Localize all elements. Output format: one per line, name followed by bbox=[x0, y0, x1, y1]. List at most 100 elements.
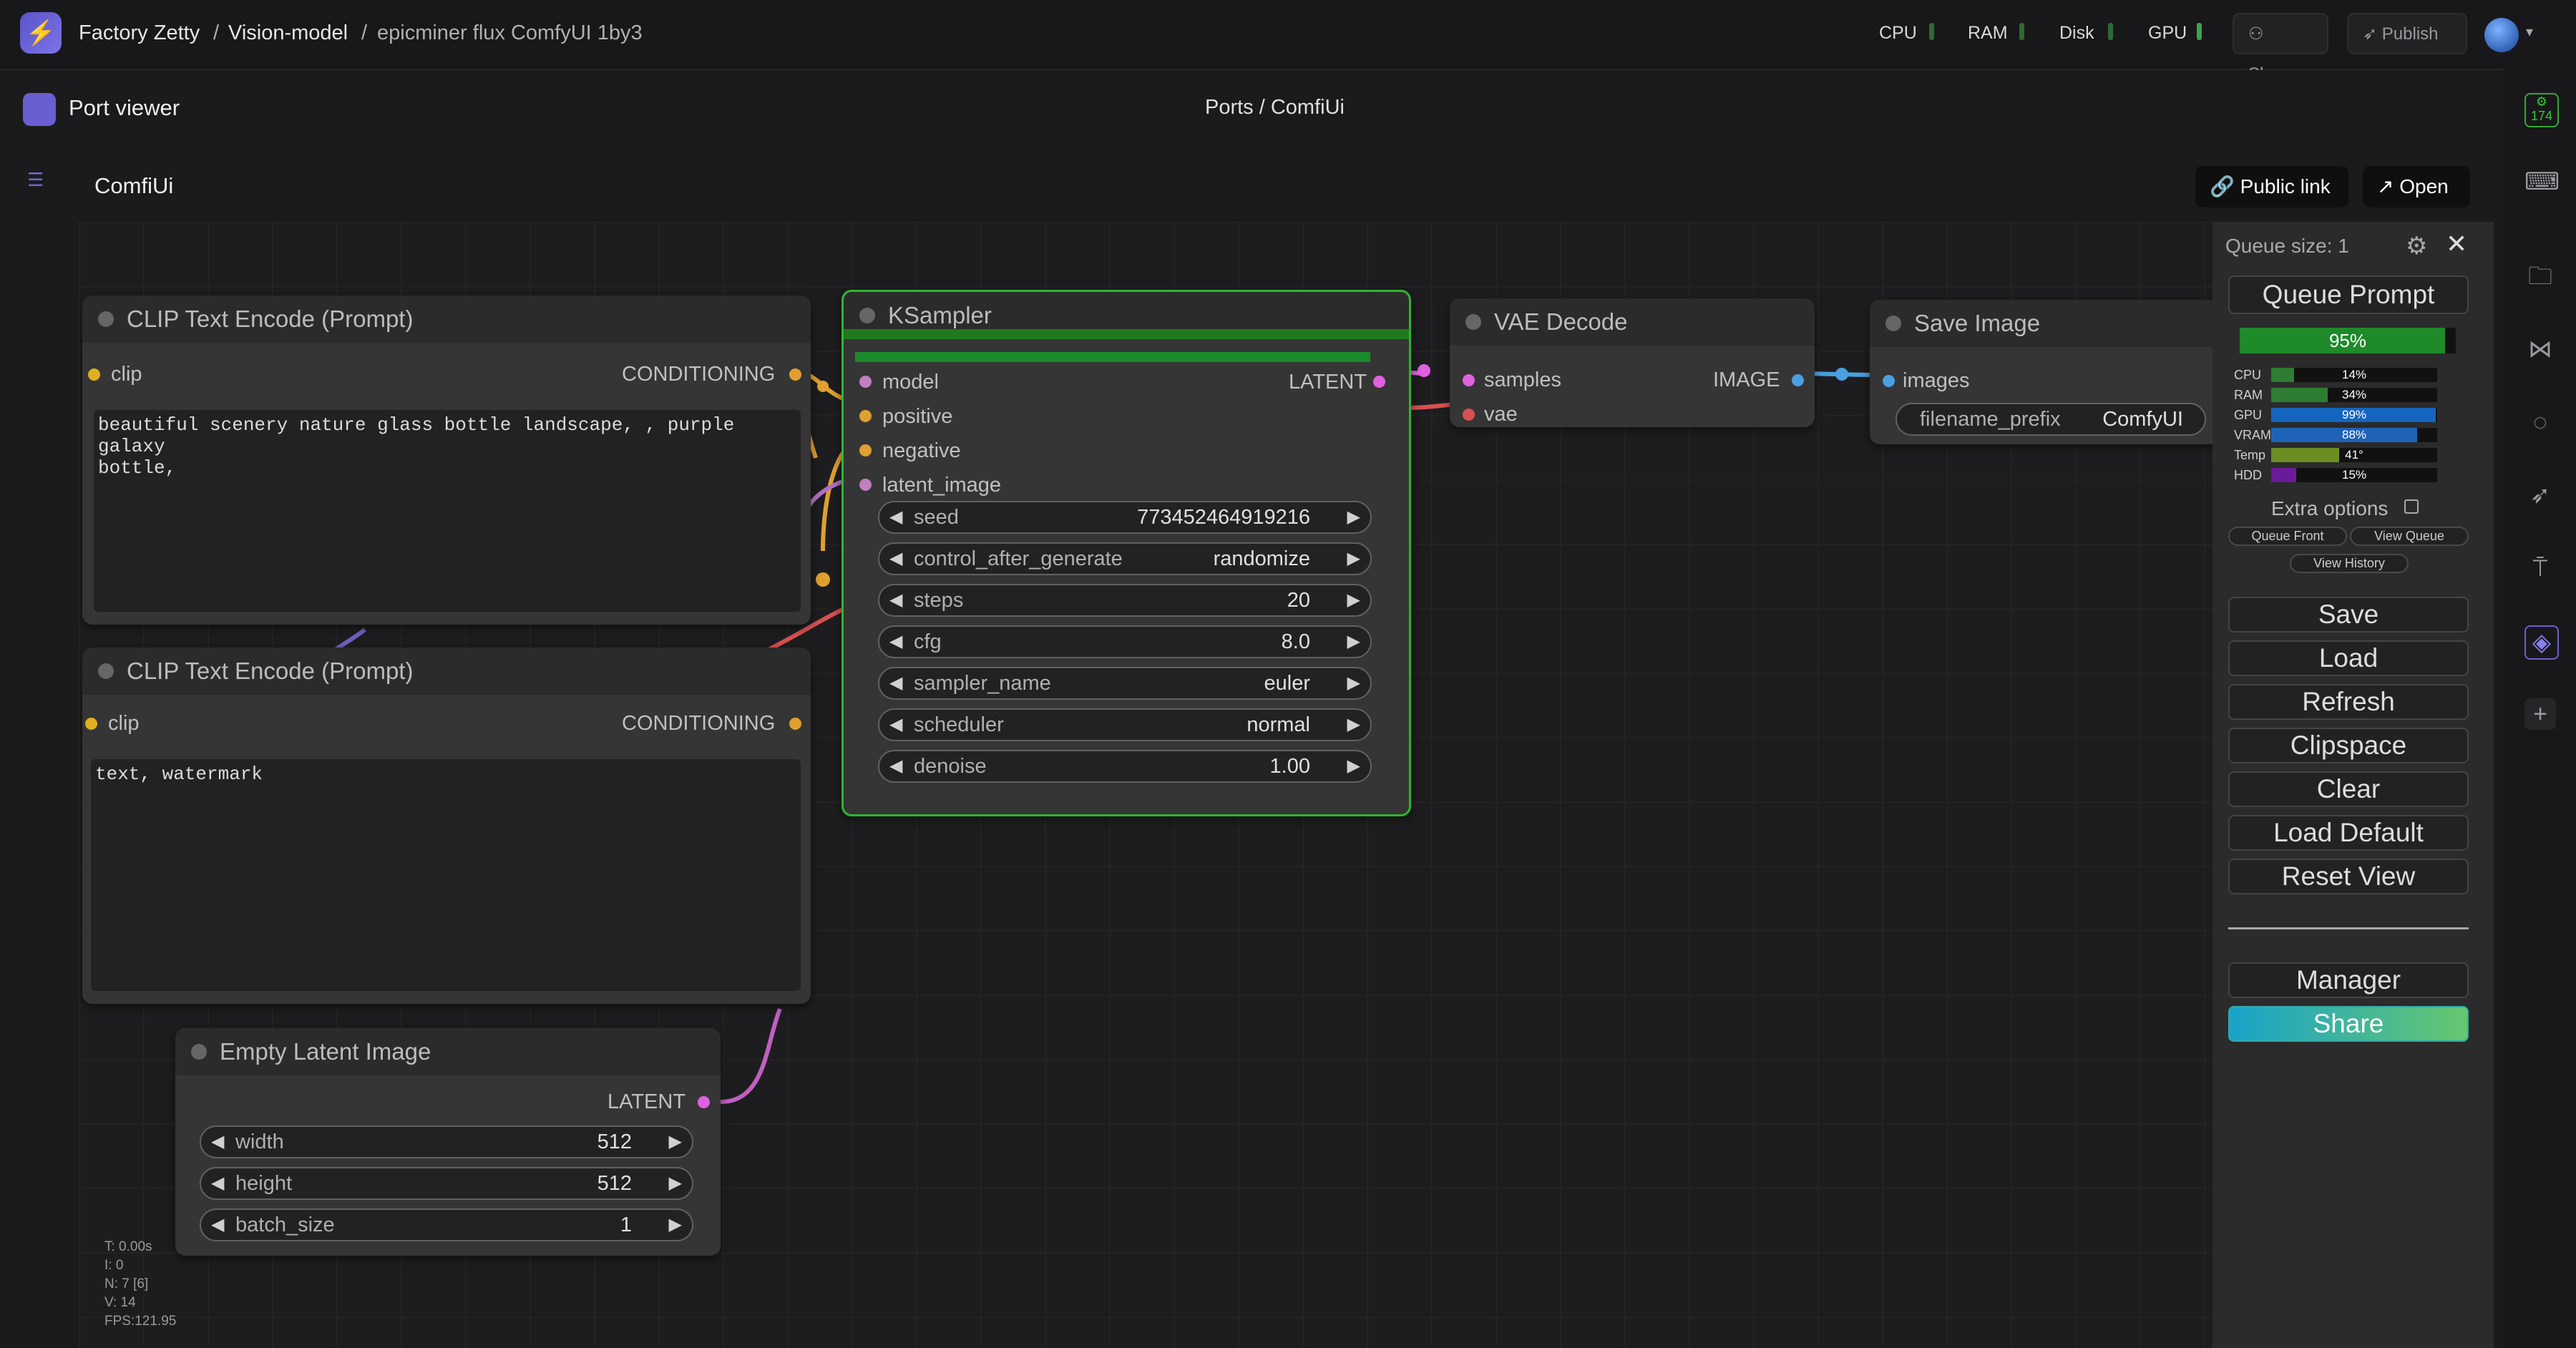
decrement-icon[interactable]: ◀ bbox=[889, 668, 902, 698]
node-title[interactable]: CLIP Text Encode (Prompt) bbox=[82, 296, 811, 343]
widget-control-after-generate[interactable]: ◀ control_after_generate randomize ▶ bbox=[878, 542, 1372, 575]
input-slot-dot[interactable] bbox=[85, 718, 97, 730]
prompt-textarea[interactable]: text, watermark bbox=[91, 759, 801, 991]
widget-width[interactable]: ◀ width 512 ▶ bbox=[200, 1125, 693, 1158]
input-slot-dot[interactable] bbox=[88, 368, 100, 381]
share-workflow-button[interactable]: Share bbox=[2228, 1006, 2469, 1042]
input-slot-dot[interactable] bbox=[1883, 375, 1895, 387]
manager-button[interactable]: Manager bbox=[2228, 962, 2469, 998]
factory-logo-icon[interactable]: ⚡ bbox=[20, 12, 62, 54]
widget-sampler-name[interactable]: ◀ sampler_name euler ▶ bbox=[878, 667, 1372, 700]
increment-icon[interactable]: ▶ bbox=[1347, 502, 1360, 532]
save-button[interactable]: Save bbox=[2228, 597, 2469, 633]
comfyui-canvas[interactable]: CLIP Text Encode (Prompt) clip CONDITION… bbox=[79, 222, 2494, 1348]
increment-icon[interactable]: ▶ bbox=[669, 1210, 682, 1240]
load-default-button[interactable]: Load Default bbox=[2228, 815, 2469, 851]
workspace-link[interactable]: Factory Zetty bbox=[79, 21, 200, 45]
clear-button[interactable]: Clear bbox=[2228, 771, 2469, 807]
refresh-button[interactable]: Refresh bbox=[2228, 684, 2469, 720]
folder-icon[interactable]: 🗀 bbox=[2524, 260, 2556, 292]
tensorflow-icon[interactable]: ⍑ bbox=[2524, 552, 2556, 584]
list-icon[interactable]: ☰ bbox=[27, 169, 49, 190]
vscode-icon[interactable]: ⋈ bbox=[2524, 333, 2556, 365]
widget-batch-size[interactable]: ◀ batch_size 1 ▶ bbox=[200, 1208, 693, 1241]
extra-options-checkbox[interactable] bbox=[2404, 499, 2419, 514]
output-slot-dot[interactable] bbox=[1792, 374, 1804, 386]
terminal-icon[interactable]: ⌨ bbox=[2524, 166, 2560, 197]
reset-view-button[interactable]: Reset View bbox=[2228, 859, 2469, 894]
widget-denoise[interactable]: ◀ denoise 1.00 ▶ bbox=[878, 750, 1372, 783]
increment-icon[interactable]: ▶ bbox=[669, 1127, 682, 1157]
increment-icon[interactable]: ▶ bbox=[1347, 751, 1360, 781]
decrement-icon[interactable]: ◀ bbox=[889, 710, 902, 740]
publish-button[interactable]: ➶ Publish bbox=[2347, 13, 2467, 54]
decrement-icon[interactable]: ◀ bbox=[889, 627, 902, 657]
rocket-icon[interactable]: ➶ bbox=[2524, 479, 2556, 511]
decrement-icon[interactable]: ◀ bbox=[889, 544, 902, 574]
widget-scheduler[interactable]: ◀ scheduler normal ▶ bbox=[878, 708, 1372, 741]
decrement-icon[interactable]: ◀ bbox=[889, 585, 902, 615]
cpu-metric-label[interactable]: CPU bbox=[1879, 23, 1917, 44]
widget-height[interactable]: ◀ height 512 ▶ bbox=[200, 1167, 693, 1200]
share-button[interactable]: ⚇ Share bbox=[2233, 13, 2328, 84]
increment-icon[interactable]: ▶ bbox=[1347, 710, 1360, 740]
input-slot-dot[interactable] bbox=[859, 410, 872, 422]
input-slot-dot[interactable] bbox=[1463, 374, 1475, 386]
vae-decode-node[interactable]: VAE Decode samples vae IMAGE bbox=[1450, 298, 1815, 427]
gear-icon[interactable]: ⚙ bbox=[2406, 232, 2427, 260]
clipspace-button[interactable]: Clipspace bbox=[2228, 728, 2469, 763]
input-slot-dot[interactable] bbox=[859, 376, 872, 388]
close-icon[interactable]: ✕ bbox=[2446, 229, 2467, 259]
disk-metric-label[interactable]: Disk bbox=[2059, 23, 2094, 44]
increment-icon[interactable]: ▶ bbox=[669, 1168, 682, 1198]
output-slot-dot[interactable] bbox=[789, 368, 801, 381]
input-slot-dot[interactable] bbox=[859, 479, 872, 491]
input-slot-dot[interactable] bbox=[859, 444, 872, 456]
clip-text-encode-node-positive[interactable]: CLIP Text Encode (Prompt) clip CONDITION… bbox=[82, 296, 811, 625]
decrement-icon[interactable]: ◀ bbox=[889, 751, 902, 781]
breadcrumb[interactable]: Ports / ComfiUi bbox=[1205, 96, 1345, 119]
load-button[interactable]: Load bbox=[2228, 640, 2469, 676]
widget-cfg[interactable]: ◀ cfg 8.0 ▶ bbox=[878, 625, 1372, 658]
increment-icon[interactable]: ▶ bbox=[1347, 585, 1360, 615]
public-link-button[interactable]: 🔗 Public link bbox=[2195, 166, 2348, 207]
increment-icon[interactable]: ▶ bbox=[1347, 627, 1360, 657]
port-viewer-icon[interactable]: ◈ bbox=[2524, 625, 2559, 660]
output-slot-dot[interactable] bbox=[789, 718, 801, 730]
environment-link[interactable]: epicminer flux ComfyUI 1by3 bbox=[377, 21, 643, 45]
open-button[interactable]: ↗ Open bbox=[2363, 166, 2470, 207]
empty-latent-image-node[interactable]: Empty Latent Image LATENT ◀ width 512 ▶ ◀ he… bbox=[175, 1028, 721, 1256]
node-title[interactable]: KSampler bbox=[844, 292, 1409, 339]
decrement-icon[interactable]: ◀ bbox=[211, 1168, 224, 1198]
add-icon[interactable]: + bbox=[2524, 698, 2556, 730]
widget-seed[interactable]: ◀ seed 773452464919216 ▶ bbox=[878, 501, 1372, 534]
decrement-icon[interactable]: ◀ bbox=[211, 1127, 224, 1157]
project-link[interactable]: Vision-model bbox=[228, 21, 348, 45]
prompt-textarea[interactable]: beautiful scenery nature glass bottle la… bbox=[94, 410, 801, 612]
queue-front-button[interactable]: Queue Front bbox=[2228, 527, 2347, 546]
widget-steps[interactable]: ◀ steps 20 ▶ bbox=[878, 584, 1372, 617]
gpu-metric-label[interactable]: GPU bbox=[2148, 23, 2187, 44]
output-slot-dot[interactable] bbox=[698, 1096, 710, 1108]
node-title[interactable]: CLIP Text Encode (Prompt) bbox=[82, 648, 811, 695]
input-slot-dot[interactable] bbox=[1463, 409, 1475, 421]
widget-filename-prefix[interactable]: filename_prefix ComfyUI bbox=[1896, 403, 2206, 436]
node-title[interactable]: Empty Latent Image bbox=[175, 1028, 721, 1075]
node-title[interactable]: Save Image bbox=[1870, 300, 2242, 347]
status-icon[interactable]: ⚙ 174 bbox=[2524, 93, 2559, 127]
ksampler-node[interactable]: KSampler model positive negative latent_… bbox=[841, 290, 1411, 816]
queue-prompt-button[interactable]: Queue Prompt bbox=[2228, 275, 2469, 314]
increment-icon[interactable]: ▶ bbox=[1347, 668, 1360, 698]
avatar[interactable] bbox=[2484, 18, 2519, 52]
ram-metric-label[interactable]: RAM bbox=[1968, 23, 2008, 44]
clip-text-encode-node-negative[interactable]: CLIP Text Encode (Prompt) clip CONDITION… bbox=[82, 648, 811, 1004]
output-slot-dot[interactable] bbox=[1373, 376, 1385, 388]
increment-icon[interactable]: ▶ bbox=[1347, 544, 1360, 574]
chevron-down-icon[interactable]: ▾ bbox=[2526, 23, 2533, 41]
decrement-icon[interactable]: ◀ bbox=[889, 502, 902, 532]
view-queue-button[interactable]: View Queue bbox=[2350, 527, 2469, 546]
node-title[interactable]: VAE Decode bbox=[1450, 298, 1815, 346]
save-image-node[interactable]: Save Image images filename_prefix ComfyUI bbox=[1870, 300, 2242, 444]
view-history-button[interactable]: View History bbox=[2290, 554, 2409, 573]
decrement-icon[interactable]: ◀ bbox=[211, 1210, 224, 1240]
